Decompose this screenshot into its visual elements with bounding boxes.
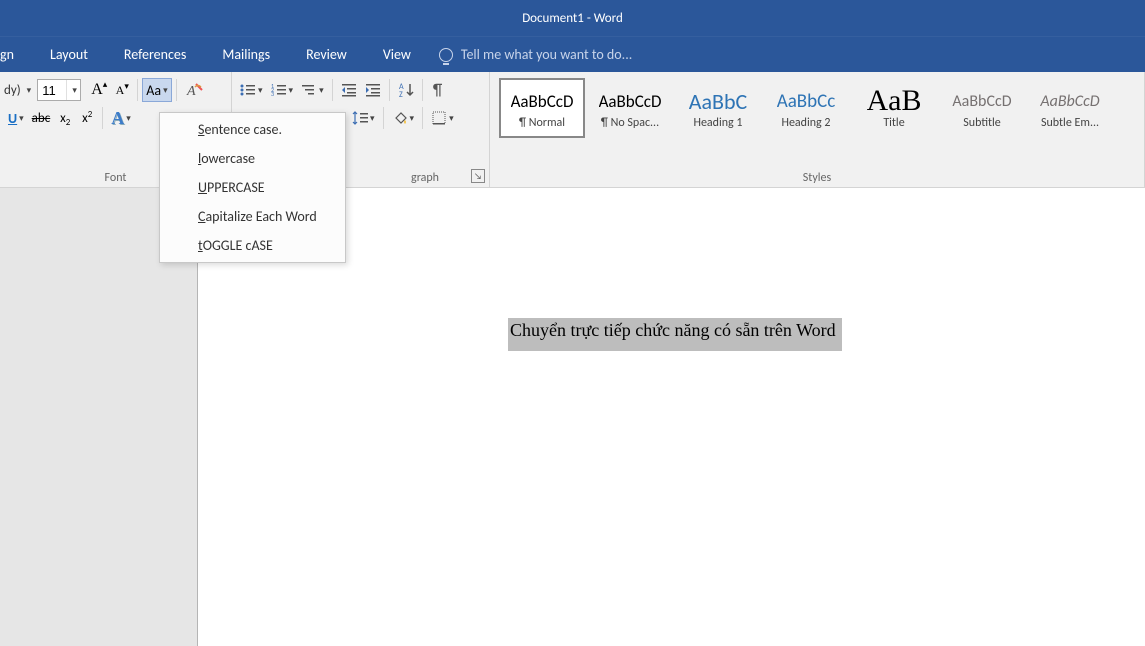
tab-layout[interactable]: Layout [32, 37, 106, 73]
mi-label: lowercase [198, 150, 255, 167]
tell-me-placeholder: Tell me what you want to do... [461, 46, 632, 63]
strikethrough-button[interactable]: abc [28, 106, 55, 130]
menu-uppercase[interactable]: UPPERCASE [160, 173, 345, 202]
clear-formatting-button[interactable]: A [181, 78, 207, 102]
superscript-button[interactable]: x2 [76, 106, 98, 130]
clear-format-icon: A [185, 81, 203, 99]
borders-button[interactable]: ▾ [427, 106, 458, 130]
selected-text[interactable]: Chuyển trực tiếp chức năng có sẵn trên W… [508, 318, 842, 351]
bullets-icon [240, 83, 256, 97]
subscript-button[interactable]: x2 [54, 106, 76, 130]
chevron-down-icon[interactable]: ▾ [27, 85, 32, 96]
line-spacing-button[interactable]: ▾ [348, 106, 379, 130]
line-spacing-icon [352, 110, 368, 126]
svg-text:Z: Z [399, 90, 403, 98]
ribbon-tabs: gn Layout References Mailings Review Vie… [0, 36, 1145, 72]
numbering-icon: 123 [271, 83, 287, 97]
paragraph-dialog-launcher[interactable]: ↘ [471, 169, 485, 183]
mi-label: tOGGLE cASE [198, 237, 273, 254]
svg-text:3: 3 [271, 90, 274, 97]
increase-indent-button[interactable] [361, 78, 385, 102]
tab-references[interactable]: References [106, 37, 204, 73]
outdent-icon [341, 83, 357, 97]
border-icon [431, 110, 447, 126]
lightbulb-icon [439, 48, 453, 62]
mi-label: Capitalize Each Word [198, 208, 317, 225]
menu-capitalize-each-word[interactable]: Capitalize Each Word [160, 202, 345, 231]
style-title[interactable]: AaB Title [851, 78, 937, 138]
grow-font-button[interactable]: A▴ [87, 78, 111, 102]
multilevel-icon [301, 83, 317, 97]
style-heading2[interactable]: AaBbCc Heading 2 [763, 78, 849, 138]
menu-lowercase[interactable]: lowercase [160, 144, 345, 173]
styles-group-label: Styles [490, 167, 1144, 187]
style-heading1[interactable]: AaBbC Heading 1 [675, 78, 761, 138]
font-size-input[interactable]: ▾ [37, 79, 81, 101]
numbering-button[interactable]: 123▾ [267, 78, 298, 102]
title-bar: Document1 - Word [0, 0, 1145, 36]
tab-design[interactable]: gn [0, 37, 32, 73]
style-subtitle[interactable]: AaBbCcD Subtitle [939, 78, 1025, 138]
mi-label: UPPERCASE [198, 179, 265, 196]
tab-view[interactable]: View [365, 37, 429, 73]
tell-me-search[interactable]: Tell me what you want to do... [429, 46, 632, 63]
menu-toggle-case[interactable]: tOGGLE cASE [160, 231, 345, 260]
tab-mailings[interactable]: Mailings [204, 37, 288, 73]
multilevel-list-button[interactable]: ▾ [297, 78, 328, 102]
style-normal[interactable]: AaBbCcD ¶ Normal [499, 78, 585, 138]
style-no-spacing[interactable]: AaBbCcD ¶ No Spac... [587, 78, 673, 138]
underline-button[interactable]: U▾ [4, 106, 28, 130]
font-size-field[interactable] [38, 80, 66, 100]
style-subtle-emphasis[interactable]: AaBbCcD Subtle Em... [1027, 78, 1113, 138]
change-case-menu: Sentence case. lowercase UPPERCASE Capit… [159, 112, 346, 263]
shading-button[interactable]: ▾ [388, 106, 419, 130]
show-marks-button[interactable]: ¶ [427, 78, 449, 102]
mi-label: Sentence case. [198, 121, 282, 138]
tab-review[interactable]: Review [288, 37, 365, 73]
svg-text:A: A [186, 84, 196, 99]
bullets-button[interactable]: ▾ [236, 78, 267, 102]
sort-icon: AZ [398, 82, 414, 98]
window-title: Document1 - Word [522, 11, 623, 26]
indent-icon [365, 83, 381, 97]
decrease-indent-button[interactable] [337, 78, 361, 102]
change-case-button[interactable]: Aa▾ [142, 78, 171, 102]
font-size-dropdown[interactable]: ▾ [66, 80, 80, 100]
styles-group: AaBbCcD ¶ Normal AaBbCcD ¶ No Spac... Aa… [490, 72, 1145, 187]
styles-gallery[interactable]: AaBbCcD ¶ Normal AaBbCcD ¶ No Spac... Aa… [498, 76, 1136, 140]
bucket-icon [392, 110, 408, 126]
font-name-cut[interactable]: dy) [4, 83, 25, 98]
shrink-font-button[interactable]: A▾ [111, 78, 133, 102]
menu-sentence-case[interactable]: Sentence case. [160, 115, 345, 144]
text-effects-button[interactable]: A▾ [107, 106, 135, 130]
sort-button[interactable]: AZ [394, 78, 418, 102]
